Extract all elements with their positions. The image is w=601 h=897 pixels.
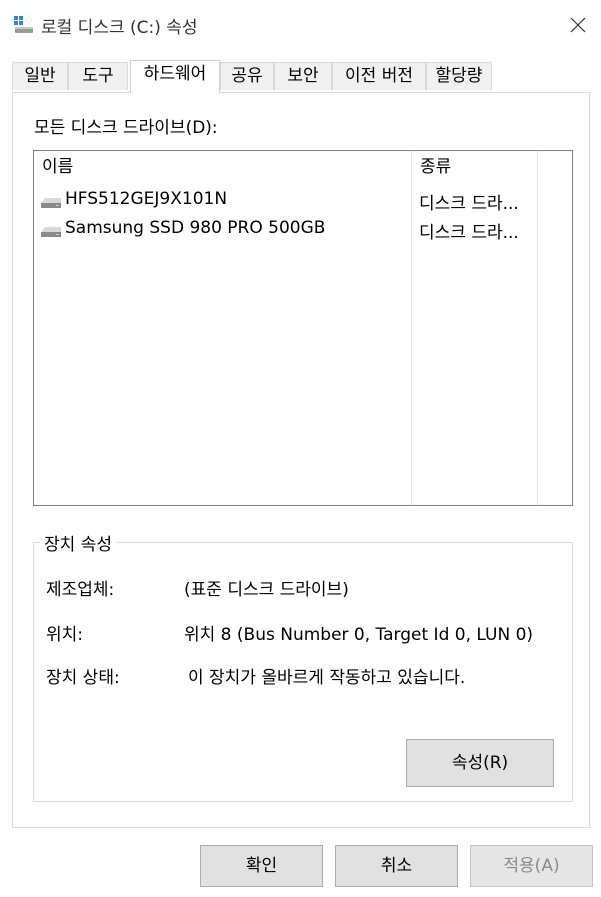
all-drives-label: 모든 디스크 드라이브(D): [34, 118, 218, 138]
device-properties-title: 장치 속성 [40, 530, 116, 555]
list-item[interactable]: HFS512GEJ9X101N 디스크 드라... [34, 186, 572, 214]
tab-quota[interactable]: 할당량 [426, 62, 492, 90]
tab-sharing[interactable]: 공유 [220, 62, 274, 90]
hard-drive-icon [40, 194, 62, 208]
tab-security[interactable]: 보안 [274, 62, 332, 90]
cancel-button[interactable]: 취소 [335, 845, 458, 887]
tab-previous-versions[interactable]: 이전 버전 [332, 62, 426, 90]
title-bar: 로컬 디스크 (C:) 속성 [0, 0, 601, 50]
drive-name: HFS512GEJ9X101N [65, 189, 228, 209]
manufacturer-value: (표준 디스크 드라이브) [184, 580, 349, 600]
drive-icon [13, 16, 35, 34]
drive-list[interactable]: 이름 종류 HFS512GEJ9X101N 디스크 드라... Samsung … [33, 150, 573, 506]
tab-strip: 일반 도구 하드웨어 공유 보안 이전 버전 할당량 [0, 60, 601, 94]
tab-general[interactable]: 일반 [12, 62, 68, 90]
tab-tools[interactable]: 도구 [68, 62, 128, 90]
device-status-label: 장치 상태: [46, 668, 120, 688]
drive-type: 디스크 드라... [419, 223, 519, 243]
column-header-name[interactable]: 이름 [34, 151, 412, 184]
apply-button[interactable]: 적용(A) [470, 845, 593, 887]
column-header-type[interactable]: 종류 [412, 151, 537, 184]
location-label: 위치: [46, 625, 84, 645]
drive-name: Samsung SSD 980 PRO 500GB [65, 218, 326, 238]
drive-type: 디스크 드라... [419, 194, 519, 214]
location-value: 위치 8 (Bus Number 0, Target Id 0, LUN 0) [184, 625, 534, 645]
manufacturer-label: 제조업체: [46, 580, 115, 600]
properties-button[interactable]: 속성(R) [406, 739, 554, 787]
device-status-value: 이 장치가 올바르게 작동하고 있습니다. [188, 668, 466, 688]
close-button[interactable] [555, 5, 601, 45]
window-title: 로컬 디스크 (C:) 속성 [41, 18, 198, 38]
ok-button[interactable]: 확인 [200, 845, 323, 887]
list-item[interactable]: Samsung SSD 980 PRO 500GB 디스크 드라... [34, 215, 572, 243]
close-icon [570, 17, 586, 33]
hard-drive-icon [40, 223, 62, 237]
tab-hardware[interactable]: 하드웨어 [130, 60, 220, 93]
